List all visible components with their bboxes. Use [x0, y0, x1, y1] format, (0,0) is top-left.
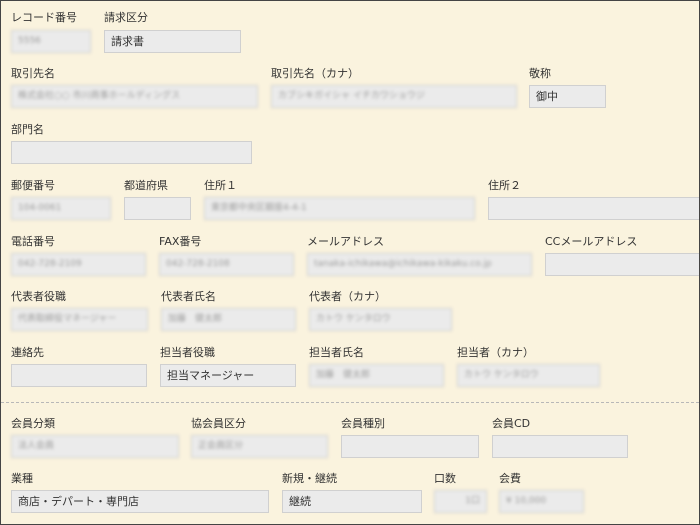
- rep-kana-label: 代表者（カナ）: [309, 290, 386, 303]
- record-number-field[interactable]: 5556: [11, 30, 91, 53]
- person-title-label: 担当者役職: [160, 346, 215, 359]
- member-type-field[interactable]: [341, 435, 479, 458]
- new-continue-label: 新規・継続: [282, 472, 337, 485]
- rep-kana-field[interactable]: カトウ ケンタロウ: [309, 308, 452, 331]
- fax-label: FAX番号: [159, 235, 202, 248]
- units-field[interactable]: 1口: [434, 490, 487, 513]
- person-name-label: 担当者氏名: [309, 346, 364, 359]
- rep-title-field[interactable]: 代表取締役マネージャー: [11, 308, 148, 331]
- member-class-field[interactable]: 法人会員: [11, 435, 179, 458]
- person-title-field[interactable]: 担当マネージャー: [160, 364, 296, 387]
- industry-label: 業種: [11, 472, 33, 485]
- department-label: 部門名: [11, 123, 44, 136]
- postal-code-field[interactable]: 104-0061: [11, 197, 111, 220]
- billing-type-label: 請求区分: [104, 11, 148, 24]
- client-name-kana-field[interactable]: カブシキガイシャ イチカワショウジ: [271, 85, 517, 108]
- fee-field[interactable]: ¥ 10,000: [499, 490, 584, 513]
- assoc-member-class-field[interactable]: 正会員区分: [191, 435, 328, 458]
- phone-label: 電話番号: [11, 235, 55, 248]
- section-divider: [1, 402, 699, 403]
- client-name-field[interactable]: 株式会社○○ 市川商事ホールディングス: [11, 85, 258, 108]
- industry-field[interactable]: 商店・デパート・専門店: [11, 490, 269, 513]
- honorific-field[interactable]: 御中: [529, 85, 606, 108]
- cc-email-label: CCメールアドレス: [545, 235, 638, 248]
- email-label: メールアドレス: [307, 235, 384, 248]
- assoc-member-class-label: 協会員区分: [191, 417, 246, 430]
- fee-label: 会費: [499, 472, 521, 485]
- billing-type-field[interactable]: 請求書: [104, 30, 241, 53]
- postal-code-label: 郵便番号: [11, 179, 55, 192]
- rep-name-field[interactable]: 加藤 健太郎: [161, 308, 296, 331]
- person-kana-label: 担当者（カナ）: [457, 346, 534, 359]
- new-continue-field[interactable]: 継続: [282, 490, 422, 513]
- record-number-label: レコード番号: [11, 11, 77, 24]
- rep-title-label: 代表者役職: [11, 290, 66, 303]
- address1-field[interactable]: 東京都中央区銀座4-4-1: [204, 197, 475, 220]
- fax-field[interactable]: 042-728-2108: [159, 253, 294, 276]
- address1-label: 住所１: [204, 179, 237, 192]
- address2-field[interactable]: [488, 197, 699, 220]
- rep-name-label: 代表者氏名: [161, 290, 216, 303]
- member-cd-label: 会員CD: [492, 417, 531, 430]
- phone-field[interactable]: 042-728-2109: [11, 253, 146, 276]
- person-kana-field[interactable]: カトウ ケンタロウ: [457, 364, 600, 387]
- member-type-label: 会員種別: [341, 417, 385, 430]
- member-class-label: 会員分類: [11, 417, 55, 430]
- prefecture-label: 都道府県: [124, 179, 168, 192]
- cc-email-field[interactable]: [545, 253, 699, 276]
- contact-field[interactable]: [11, 364, 147, 387]
- client-name-kana-label: 取引先名（カナ）: [271, 67, 359, 80]
- member-cd-field[interactable]: [492, 435, 628, 458]
- prefecture-field[interactable]: [124, 197, 191, 220]
- address2-label: 住所２: [488, 179, 521, 192]
- email-field[interactable]: tanaka-ichikawa@ichikawa-kikaku.co.jp: [307, 253, 532, 276]
- contact-label: 連絡先: [11, 346, 44, 359]
- person-name-field[interactable]: 加藤 健太郎: [309, 364, 444, 387]
- record-form: レコード番号 5556 請求区分 請求書 取引先名 株式会社○○ 市川商事ホール…: [0, 0, 700, 525]
- units-label: 口数: [434, 472, 456, 485]
- honorific-label: 敬称: [529, 67, 551, 80]
- client-name-label: 取引先名: [11, 67, 55, 80]
- department-field[interactable]: [11, 141, 252, 164]
